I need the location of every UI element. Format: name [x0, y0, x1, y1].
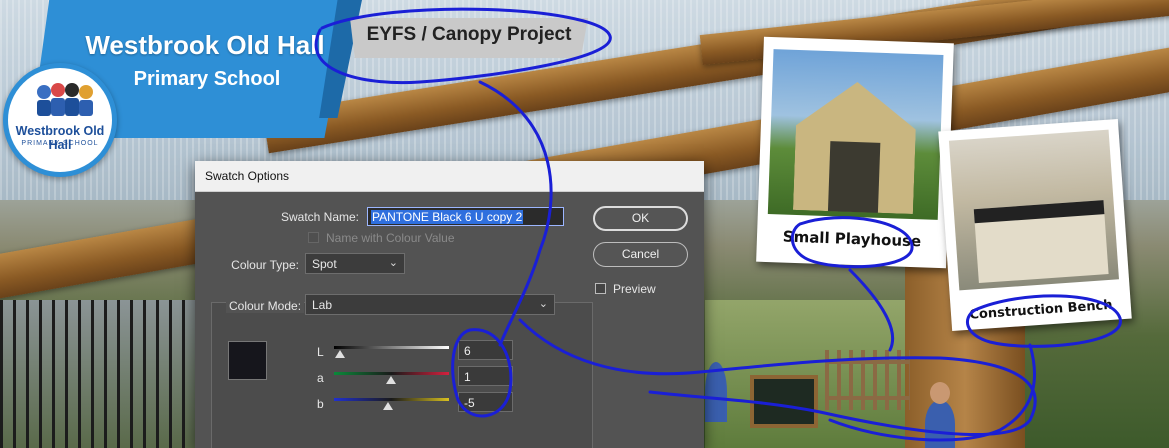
channel-l-label: L [317, 345, 324, 359]
channel-a-input[interactable]: 1 [458, 366, 513, 386]
chevron-down-icon: ⌄ [538, 298, 548, 310]
preview-checkbox[interactable] [595, 283, 606, 294]
playhouse-photo [767, 49, 944, 220]
construction-bench [973, 200, 1109, 284]
child-figure [925, 400, 955, 448]
playhouse-door [827, 141, 881, 213]
channel-l-input[interactable]: 6 [458, 340, 513, 360]
preview-label: Preview [613, 282, 656, 296]
colour-mode-label: Colour Mode: [226, 299, 305, 313]
colour-mode-value: Lab [312, 298, 333, 312]
channel-l-thumb[interactable] [335, 350, 345, 358]
channel-l-slider[interactable] [334, 346, 449, 349]
colour-mode-select[interactable]: Lab ⌄ [305, 294, 555, 315]
child-head [930, 382, 950, 404]
channel-b-label: b [317, 397, 324, 411]
colour-type-label: Colour Type: [231, 258, 299, 272]
swatch-name-label: Swatch Name: [280, 210, 359, 224]
swatch-colour-preview [228, 341, 267, 380]
ok-button[interactable]: OK [593, 206, 688, 231]
channel-b-thumb[interactable] [383, 402, 393, 410]
photo-small-playhouse: Small Playhouse [756, 36, 954, 269]
dialog-title: Swatch Options [205, 169, 290, 183]
channel-a-label: a [317, 371, 324, 385]
channel-b-input[interactable]: -5 [458, 392, 513, 412]
photo-caption: Small Playhouse [782, 227, 922, 251]
child-figure [705, 362, 727, 422]
project-title: EYFS / Canopy Project [366, 24, 572, 45]
name-with-colour-value-label: Name with Colour Value [326, 231, 455, 245]
logo-school-subtitle: PRIMARY SCHOOL [21, 140, 99, 147]
chalkboard [750, 375, 818, 428]
swatch-name-value: PANTONE Black 6 U copy 2 [371, 210, 524, 224]
logo-school-name: Westbrook Old Hall [15, 124, 105, 152]
swatch-name-input[interactable]: PANTONE Black 6 U copy 2 [367, 207, 564, 226]
school-name: Westbrook Old Hall [85, 30, 325, 60]
colour-type-select[interactable]: Spot ⌄ [305, 253, 405, 274]
dialog-titlebar[interactable]: Swatch Options [195, 161, 704, 192]
cancel-button[interactable]: Cancel [593, 242, 688, 267]
photo-caption: Construction Bench [968, 297, 1114, 323]
name-with-colour-value-checkbox[interactable] [308, 232, 319, 243]
school-subtitle: Primary School [133, 68, 281, 90]
colour-mode-group [211, 302, 593, 448]
swatch-options-dialog: Swatch Options Swatch Name: PANTONE Blac… [195, 161, 704, 448]
chevron-down-icon: ⌄ [388, 257, 398, 269]
children-logo-icon [37, 83, 93, 116]
metal-fence [0, 300, 200, 448]
colour-type-value: Spot [312, 257, 337, 271]
garden-gate [825, 350, 910, 410]
channel-a-slider[interactable] [334, 372, 449, 375]
photo-construction-bench: Construction Bench [938, 118, 1132, 332]
school-logo: Westbrook Old Hall PRIMARY SCHOOL [3, 63, 117, 177]
channel-a-thumb[interactable] [386, 376, 396, 384]
channel-b-slider[interactable] [334, 398, 449, 401]
bench-photo [948, 129, 1119, 291]
